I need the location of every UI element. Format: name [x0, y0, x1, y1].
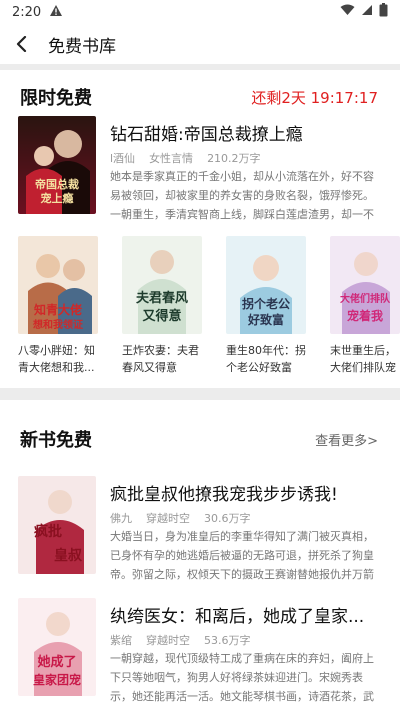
warning-icon	[49, 4, 63, 21]
svg-text:皇叔: 皇叔	[54, 547, 83, 564]
countdown-timer: 还剩2天 19:17:17	[251, 88, 378, 107]
new-books-section: 新书免费 查看更多> 疯批 皇叔 疯批皇叔他撩我宠我步步诱我! 佛九 穿越时空 …	[0, 400, 400, 712]
book-cover[interactable]: 她成了 皇家团宠	[18, 598, 96, 696]
app-bar: 免费书库	[0, 24, 400, 64]
limited-free-title: 限时免费	[20, 88, 92, 109]
book-meta: 佛九 穿越时空 30.6万字	[110, 510, 251, 526]
svg-text:夫君春风: 夫君春风	[136, 290, 188, 306]
book-words: 53.6万字	[204, 634, 251, 647]
new-books-title: 新书免费	[20, 430, 92, 451]
book-card-title[interactable]: 八零小胖妞：知青大佬想和我...	[18, 342, 104, 376]
book-author: 佛九	[110, 512, 132, 525]
back-button[interactable]	[2, 24, 42, 64]
svg-text:知青大佬: 知青大佬	[33, 302, 82, 317]
book-genre: 穿越时空	[146, 512, 190, 525]
book-words: 210.2万字	[207, 152, 261, 165]
svg-text:宠上瘾: 宠上瘾	[41, 191, 74, 205]
page-title: 免费书库	[48, 36, 116, 57]
book-genre: 穿越时空	[146, 634, 190, 647]
book-author: 紫绾	[110, 634, 132, 647]
book-title[interactable]: 纨绔医女：和离后，她成了皇家...	[110, 602, 380, 627]
book-cover[interactable]: 大佬们排队 宠着我	[330, 236, 400, 334]
book-desc: 大婚当日，身为准皇后的李重华得知了满门被灭真相，已身怀有孕的她逃婚后被逼的无路可…	[110, 530, 374, 581]
svg-text:她成了: 她成了	[37, 654, 76, 670]
svg-text:好致富: 好致富	[247, 312, 284, 327]
book-meta: 紫绾 穿越时空 53.6万字	[110, 632, 251, 648]
svg-text:大佬们排队: 大佬们排队	[340, 292, 391, 305]
status-time: 2:20	[12, 4, 42, 20]
svg-text:疯批: 疯批	[34, 523, 62, 540]
book-card-title[interactable]: 王炸农妻：夫君春风又得意	[122, 342, 208, 376]
svg-text:又得意: 又得意	[141, 308, 181, 324]
book-cover[interactable]: 拐个老公 好致富	[226, 236, 306, 334]
book-cover[interactable]: 疯批 皇叔	[18, 476, 96, 574]
book-words: 30.6万字	[204, 512, 251, 525]
book-genre: 女性言情	[149, 152, 194, 165]
book-cover[interactable]: 夫君春风 又得意	[122, 236, 202, 334]
status-bar: 2:20	[0, 0, 400, 24]
limited-free-header: 限时免费 还剩2天 19:17:17	[0, 82, 400, 112]
svg-text:想和我领证: 想和我领证	[32, 318, 83, 331]
book-card-title[interactable]: 重生80年代：拐个老公好致富	[226, 342, 312, 376]
featured-book-desc: 她本是季家真正的千金小姐，却从小流落在外，好不容易被领回，却被家里的养女害的身败…	[110, 170, 374, 221]
svg-text:帝国总裁: 帝国总裁	[35, 177, 79, 191]
book-card-title[interactable]: 末世重生后，大佬们排队宠着我	[330, 342, 400, 376]
svg-text:皇家团宠: 皇家团宠	[33, 672, 81, 687]
svg-text:拐个老公: 拐个老公	[242, 296, 290, 311]
book-author: l酒仙	[110, 152, 136, 165]
new-books-header: 新书免费 查看更多>	[0, 424, 400, 454]
battery-icon	[379, 3, 388, 21]
limited-free-section: 限时免费 还剩2天 19:17:17 帝国总裁 宠上瘾 钻石甜婚:帝国总裁撩上瘾…	[0, 70, 400, 388]
back-arrow-icon	[16, 36, 27, 52]
book-title[interactable]: 疯批皇叔他撩我宠我步步诱我!	[110, 480, 380, 505]
view-more-link[interactable]: 查看更多>	[315, 430, 400, 449]
featured-book-meta: l酒仙 女性言情 210.2万字	[110, 150, 261, 166]
book-desc: 一朝穿越，现代顶级特工成了重病在床的弃妇，阖府上下只等她咽气，狗男人好将绿茶妹迎…	[110, 652, 374, 703]
book-cover[interactable]: 知青大佬 想和我领证	[18, 236, 98, 334]
featured-book-title[interactable]: 钻石甜婚:帝国总裁撩上瘾	[110, 120, 380, 145]
signal-icon	[361, 4, 373, 20]
featured-book-cover[interactable]: 帝国总裁 宠上瘾	[18, 116, 96, 214]
svg-text:宠着我: 宠着我	[347, 308, 383, 323]
wifi-icon	[340, 4, 355, 20]
